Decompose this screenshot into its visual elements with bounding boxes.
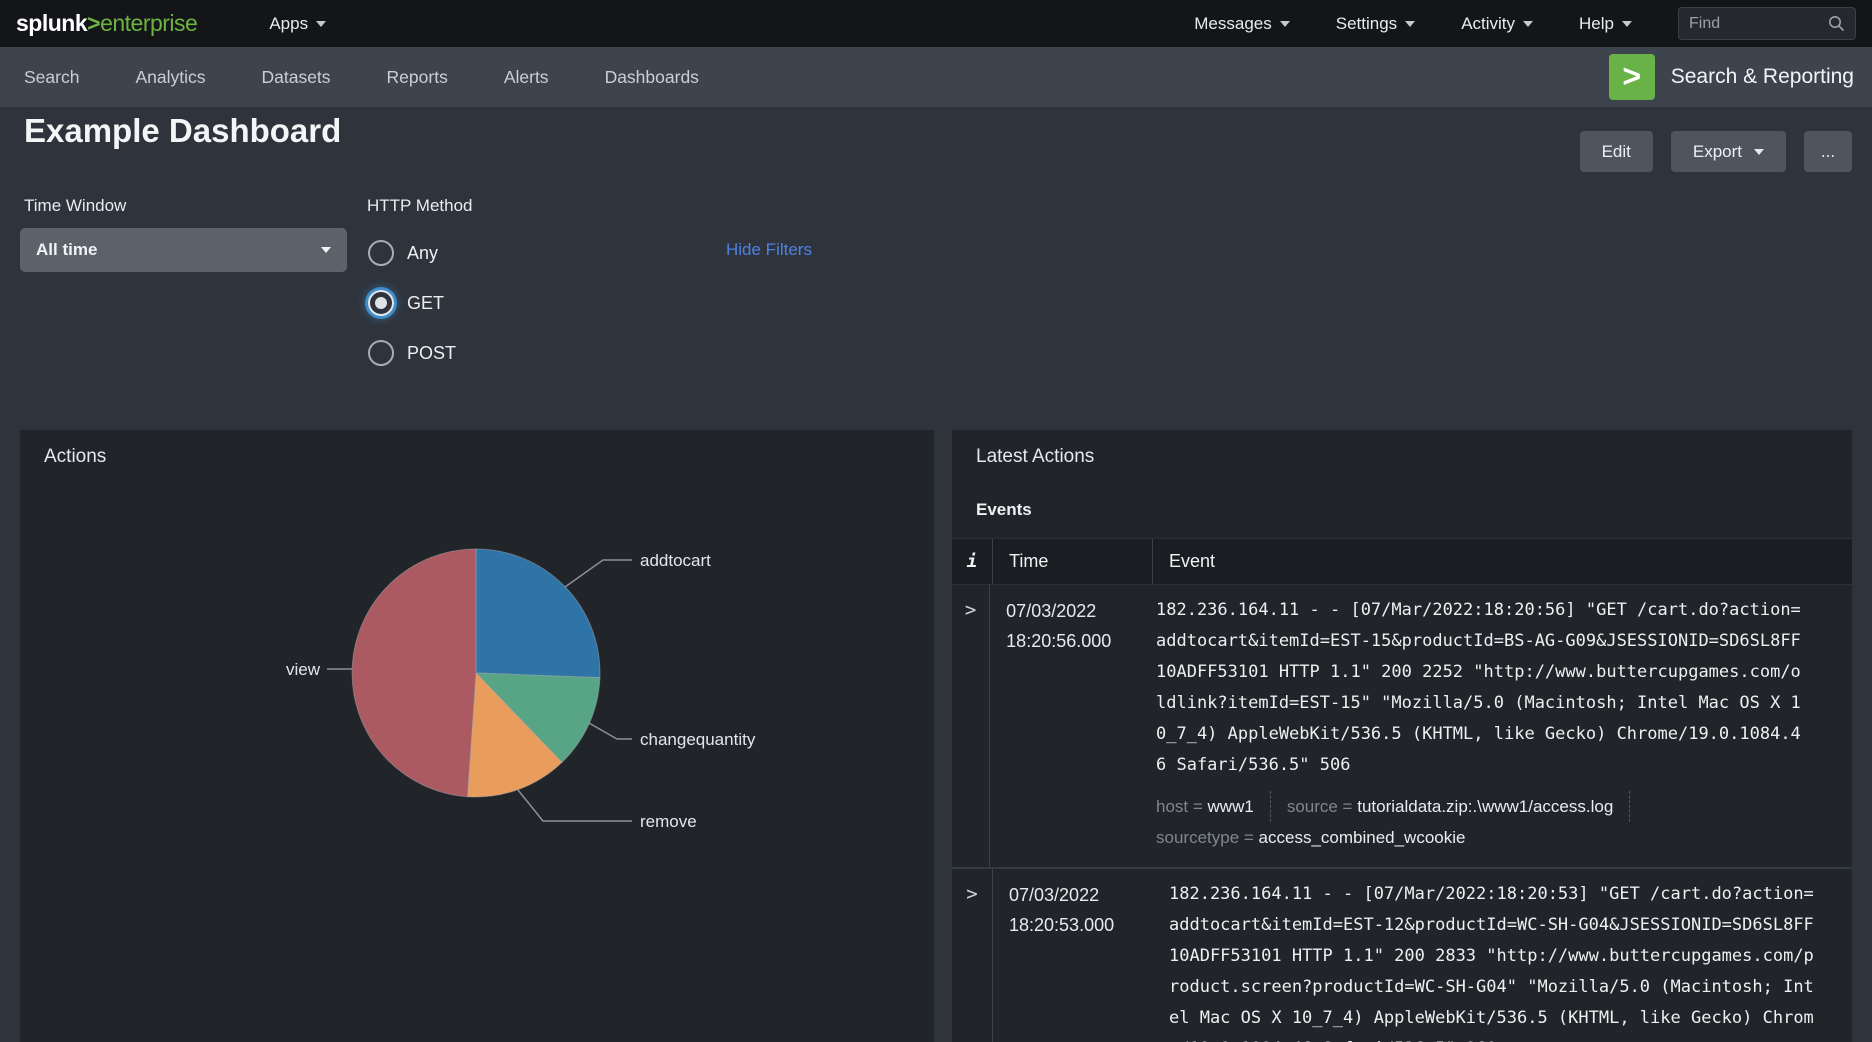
- chevron-down-icon: [316, 21, 326, 27]
- pie-label-changequantity: changequantity: [640, 730, 756, 749]
- event-raw-text[interactable]: 182.236.164.11 - - [07/Mar/2022:18:20:53…: [1169, 879, 1814, 1042]
- help-menu[interactable]: Help: [1579, 14, 1632, 34]
- header-time-column[interactable]: Time: [993, 539, 1153, 584]
- http-method-radio-group: Any GET POST: [368, 240, 456, 390]
- pie-label-view: view: [286, 660, 321, 679]
- chevron-down-icon: [321, 247, 331, 253]
- dashboard-actions: Edit Export ...: [1580, 131, 1852, 172]
- event-clock: 18:20:53.000: [1009, 910, 1153, 940]
- radio-any[interactable]: Any: [368, 240, 456, 266]
- event-row: > 07/03/2022 18:20:53.000 182.236.164.11…: [952, 869, 1852, 1042]
- event-field-source[interactable]: source = tutorialdata.zip:.\www1/access.…: [1287, 791, 1630, 822]
- http-method-label: HTTP Method: [367, 196, 473, 216]
- event-cell: 182.236.164.11 - - [07/Mar/2022:18:20:53…: [1153, 869, 1852, 1042]
- chevron-down-icon: [1754, 149, 1764, 155]
- hide-filters-link[interactable]: Hide Filters: [726, 240, 812, 260]
- pie-slice-addtocart[interactable]: [476, 549, 600, 678]
- nav-item-dashboards[interactable]: Dashboards: [605, 67, 699, 88]
- event-date: 07/03/2022: [1009, 880, 1153, 910]
- apps-menu[interactable]: Apps: [269, 14, 326, 34]
- edit-button[interactable]: Edit: [1580, 131, 1653, 172]
- radio-circle-icon: [368, 240, 394, 266]
- current-app[interactable]: > Search & Reporting: [1609, 54, 1854, 100]
- radio-post-label: POST: [407, 343, 456, 364]
- topbar-right-menus: Messages Settings Activity Help: [1194, 7, 1856, 40]
- time-window-dropdown[interactable]: All time: [20, 228, 347, 272]
- search-icon: [1828, 15, 1845, 32]
- header-event-column[interactable]: Event: [1153, 539, 1852, 584]
- header-info-column[interactable]: i: [952, 539, 993, 584]
- events-rows: > 07/03/2022 18:20:56.000 182.236.164.11…: [952, 585, 1852, 1042]
- pie-slices[interactable]: [352, 549, 600, 797]
- nav-item-datasets[interactable]: Datasets: [261, 67, 330, 88]
- activity-menu[interactable]: Activity: [1461, 14, 1533, 34]
- event-time-cell: 07/03/2022 18:20:53.000: [993, 869, 1153, 1042]
- activity-menu-label: Activity: [1461, 14, 1515, 34]
- latest-actions-panel: Latest Actions Events i Time Event > 07/…: [952, 430, 1852, 1042]
- event-clock: 18:20:56.000: [1006, 626, 1140, 656]
- nav-item-search[interactable]: Search: [24, 67, 79, 88]
- event-row: > 07/03/2022 18:20:56.000 182.236.164.11…: [952, 585, 1852, 869]
- app-nav-bar: Search Analytics Datasets Reports Alerts…: [0, 47, 1872, 107]
- radio-circle-icon: [368, 290, 394, 316]
- row-expander-chevron-icon[interactable]: >: [952, 869, 993, 1042]
- chevron-down-icon: [1405, 21, 1415, 27]
- radio-any-label: Any: [407, 243, 438, 264]
- nav-item-alerts[interactable]: Alerts: [504, 67, 549, 88]
- events-table: i Time Event > 07/03/2022 18:20:56.000 1…: [952, 538, 1852, 1042]
- splunk-logo[interactable]: splunk>enterprise: [16, 10, 197, 37]
- callout-line-changequantity: [589, 723, 632, 739]
- event-fields: host = www1 source = tutorialdata.zip:.\w…: [1156, 791, 1836, 853]
- page-title: Example Dashboard: [24, 112, 341, 150]
- actions-pie-chart[interactable]: addtocart view changequantity remove: [20, 430, 934, 1042]
- chevron-down-icon: [1280, 21, 1290, 27]
- events-subtitle: Events: [976, 500, 1032, 520]
- radio-circle-icon: [368, 340, 394, 366]
- event-field-host[interactable]: host = www1: [1156, 791, 1271, 822]
- event-raw-text[interactable]: 182.236.164.11 - - [07/Mar/2022:18:20:56…: [1156, 595, 1801, 781]
- app-nav-items: Search Analytics Datasets Reports Alerts…: [24, 67, 699, 88]
- events-table-header: i Time Event: [952, 538, 1852, 585]
- event-cell: 182.236.164.11 - - [07/Mar/2022:18:20:56…: [1140, 585, 1852, 867]
- logo-splunk: splunk: [16, 10, 87, 36]
- callout-line-remove: [518, 790, 632, 821]
- pie-slice-view[interactable]: [352, 549, 476, 797]
- settings-menu-label: Settings: [1336, 14, 1397, 34]
- chevron-down-icon: [1622, 21, 1632, 27]
- logo-product: enterprise: [100, 10, 197, 36]
- time-window-value: All time: [36, 240, 97, 260]
- pie-label-addtocart: addtocart: [640, 551, 711, 570]
- chevron-down-icon: [1523, 21, 1533, 27]
- export-button[interactable]: Export: [1671, 131, 1786, 172]
- top-bar: splunk>enterprise Apps Messages Settings…: [0, 0, 1872, 47]
- more-actions-button[interactable]: ...: [1804, 131, 1852, 172]
- current-app-name: Search & Reporting: [1671, 65, 1854, 89]
- radio-post[interactable]: POST: [368, 340, 456, 366]
- nav-item-reports[interactable]: Reports: [387, 67, 448, 88]
- apps-menu-label: Apps: [269, 14, 308, 34]
- settings-menu[interactable]: Settings: [1336, 14, 1415, 34]
- export-button-label: Export: [1693, 142, 1742, 162]
- event-date: 07/03/2022: [1006, 596, 1140, 626]
- logo-gt-icon: >: [87, 10, 100, 36]
- splunk-app-icon: >: [1609, 54, 1655, 100]
- find-search-box[interactable]: [1678, 7, 1856, 40]
- messages-menu-label: Messages: [1194, 14, 1271, 34]
- messages-menu[interactable]: Messages: [1194, 14, 1289, 34]
- callout-line-addtocart: [565, 560, 632, 587]
- find-search-input[interactable]: [1689, 15, 1828, 33]
- radio-get[interactable]: GET: [368, 290, 456, 316]
- pie-label-remove: remove: [640, 812, 697, 831]
- radio-get-label: GET: [407, 293, 444, 314]
- nav-item-analytics[interactable]: Analytics: [135, 67, 205, 88]
- radio-dot-icon: [375, 297, 387, 309]
- row-expander-chevron-icon[interactable]: >: [952, 585, 990, 867]
- event-field-sourcetype[interactable]: sourcetype = access_combined_wcookie: [1156, 822, 1481, 853]
- time-window-label: Time Window: [24, 196, 126, 216]
- actions-panel: Actions addtocart view changequantity re…: [20, 430, 934, 1042]
- latest-actions-panel-title: Latest Actions: [976, 446, 1094, 468]
- event-time-cell: 07/03/2022 18:20:56.000: [990, 585, 1140, 867]
- help-menu-label: Help: [1579, 14, 1614, 34]
